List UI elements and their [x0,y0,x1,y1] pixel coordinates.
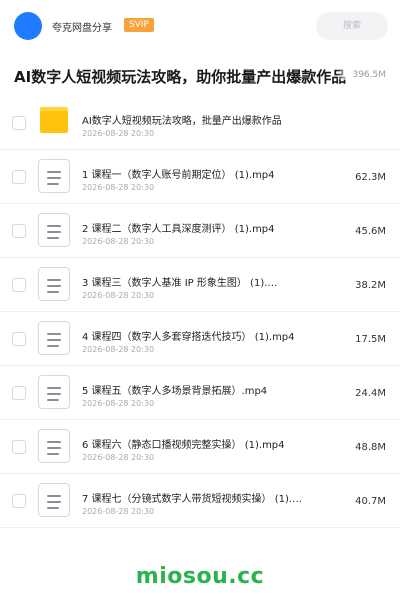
file-document-icon [38,213,70,247]
file-date: 2026-08-28 20:30 [82,183,155,192]
file-size: 45.6M [355,226,386,237]
file-date: 2026-08-28 20:30 [82,129,155,138]
file-document-icon [38,267,70,301]
row-checkbox[interactable] [12,440,26,454]
total-size-value: 396.5M [352,70,386,80]
page-title-bar: AI数字人短视频玩法攻略，助你批量产出爆款作品 396.5M [0,52,400,98]
user-name[interactable]: 夸克网盘分享 [52,19,112,34]
file-list: AI数字人短视频玩法攻略，批量产出爆款作品 2026-08-28 20:30 1… [0,96,400,528]
file-size: 17.5M [355,334,386,345]
row-checkbox[interactable] [12,224,26,238]
file-date: 2026-08-28 20:30 [82,453,155,462]
row-checkbox[interactable] [12,332,26,346]
list-item[interactable]: 2 课程二（数字人工具深度测评） (1).mp4 2026-08-28 20:3… [0,204,400,258]
row-checkbox[interactable] [12,494,26,508]
svip-badge: SVIP [124,18,154,32]
file-date: 2026-08-28 20:30 [82,399,155,408]
list-item[interactable]: 6 课程六（静态口播视频完整实操） (1).mp4 2026-08-28 20:… [0,420,400,474]
file-name: 6 课程六（静态口播视频完整实操） (1).mp4 [82,440,285,451]
file-date: 2026-08-28 20:30 [82,507,155,516]
list-item[interactable]: 4 课程四（数字人多套穿搭迭代技巧） (1).mp4 2026-08-28 20… [0,312,400,366]
list-item[interactable]: 1 课程一（数字人账号前期定位） (1).mp4 2026-08-28 20:3… [0,150,400,204]
file-date: 2026-08-28 20:30 [82,291,155,300]
file-name: 4 课程四（数字人多套穿搭迭代技巧） (1).mp4 [82,332,295,343]
watermark: miosou.cc [135,564,265,589]
row-checkbox[interactable] [12,116,26,130]
list-item[interactable]: 5 课程五（数字人多场景背景拓展）.mp4 2026-08-28 20:30 2… [0,366,400,420]
file-document-icon [38,375,70,409]
file-name: AI数字人短视频玩法攻略，批量产出爆款作品 [82,116,282,127]
total-size: 396.5M [336,70,386,80]
page-title: AI数字人短视频玩法攻略，助你批量产出爆款作品 [14,68,347,86]
list-item[interactable]: AI数字人短视频玩法攻略，批量产出爆款作品 2026-08-28 20:30 [0,96,400,150]
file-size: 62.3M [355,172,386,183]
file-document-icon [38,483,70,517]
file-name: 1 课程一（数字人账号前期定位） (1).mp4 [82,170,275,181]
file-document-icon [38,429,70,463]
file-name: 3 课程三（数字人基准 IP 形象生图） (1).… [82,278,278,289]
file-size: 38.2M [355,280,386,291]
file-size: 40.7M [355,496,386,507]
search-input[interactable] [316,12,388,40]
row-checkbox[interactable] [12,386,26,400]
folder-icon [40,107,68,133]
file-name: 7 课程七（分镜式数字人带货短视频实操） (1).… [82,494,303,505]
list-item[interactable]: 7 课程七（分镜式数字人带货短视频实操） (1).… 2026-08-28 20… [0,474,400,528]
list-item[interactable]: 3 课程三（数字人基准 IP 形象生图） (1).… 2026-08-28 20… [0,258,400,312]
file-document-icon [38,321,70,355]
file-name: 5 课程五（数字人多场景背景拓展）.mp4 [82,386,268,397]
file-date: 2026-08-28 20:30 [82,237,155,246]
file-date: 2026-08-28 20:30 [82,345,155,354]
avatar[interactable] [14,12,42,40]
file-document-icon [38,159,70,193]
row-checkbox[interactable] [12,278,26,292]
header-bar: 夸克网盘分享 SVIP [0,0,400,52]
file-size: 48.8M [355,442,386,453]
file-name: 2 课程二（数字人工具深度测评） (1).mp4 [82,224,275,235]
file-size: 24.4M [355,388,386,399]
row-checkbox[interactable] [12,170,26,184]
